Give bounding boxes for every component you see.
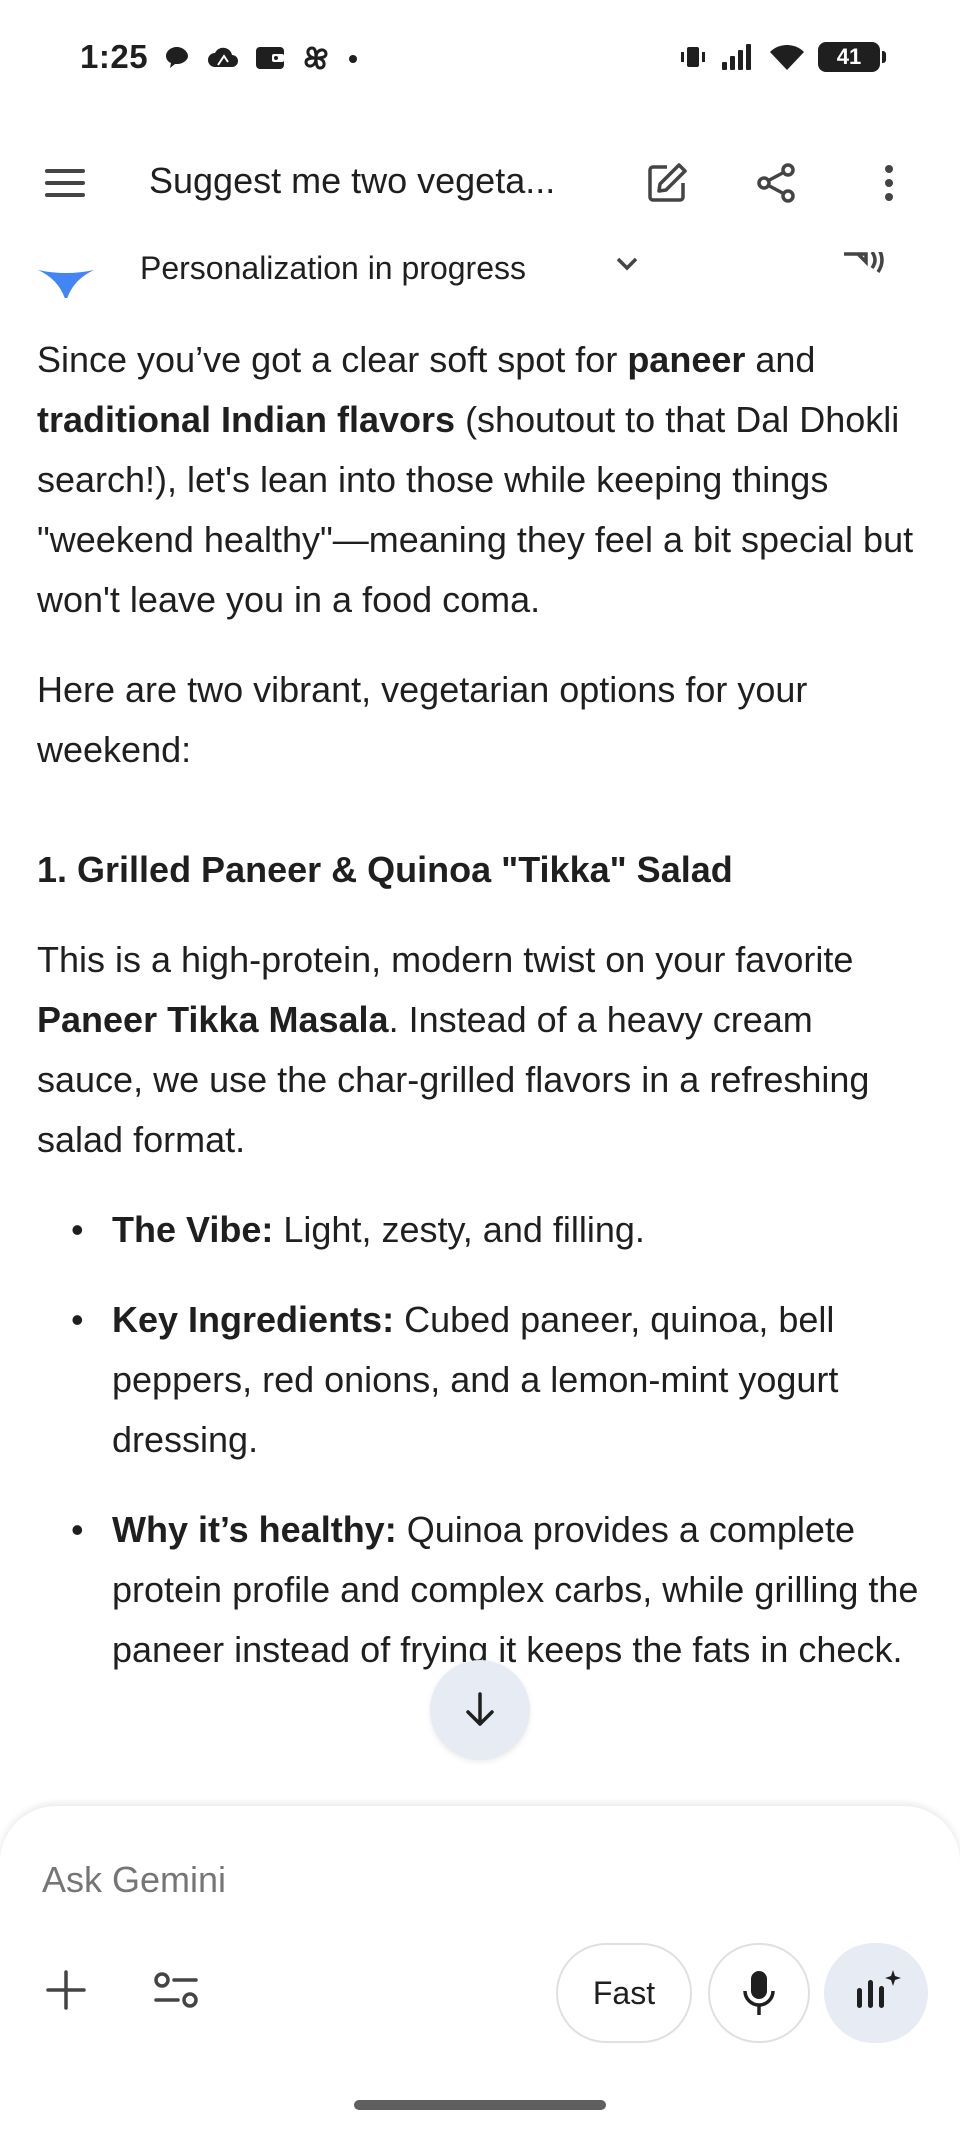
gemini-spark-icon — [38, 270, 94, 298]
chat-title[interactable]: Suggest me two vegeta... — [149, 160, 555, 202]
options-intro-paragraph: Here are two vibrant, vegetarian options… — [37, 669, 808, 770]
model-mode-label: Fast — [592, 1974, 656, 2011]
section-heading: 1. Grilled Paneer & Quinoa "Tikka" Salad — [37, 849, 733, 890]
text-run: and — [745, 339, 816, 380]
ask-gemini-input[interactable] — [42, 1850, 642, 1910]
bullet-text: Light, zesty, and filling. — [273, 1209, 645, 1250]
microphone-icon — [743, 1971, 775, 2015]
home-indicator[interactable] — [354, 2100, 606, 2110]
bullet-list: The Vibe: Light, zesty, and filling. Key… — [37, 1200, 927, 1680]
notification-icons — [162, 42, 360, 74]
chevron-down-icon[interactable] — [612, 254, 642, 274]
bold-text: traditional Indian flavors — [37, 399, 456, 440]
response-content: Since you’ve got a clear soft spot for p… — [37, 330, 927, 1710]
scroll-to-bottom-button[interactable] — [430, 1660, 530, 1760]
microphone-button[interactable] — [708, 1943, 810, 2043]
vibrate-icon — [681, 47, 705, 67]
gemini-live-button[interactable] — [824, 1943, 928, 2043]
battery-level: 41 — [836, 44, 862, 69]
list-item: The Vibe: Light, zesty, and filling. — [37, 1200, 927, 1260]
menu-button[interactable] — [34, 152, 96, 214]
tools-button[interactable] — [136, 1950, 216, 2030]
list-item: Why it’s healthy: Quinoa provides a comp… — [37, 1500, 927, 1680]
more-options-button[interactable] — [858, 152, 920, 214]
chat-bubble-icon — [166, 47, 188, 68]
arrow-down-icon — [466, 1692, 494, 1726]
personalization-label: Personalization in progress — [140, 250, 526, 286]
live-waveform-icon — [857, 1970, 901, 2008]
text-run: Since you’ve got a clear soft spot for — [37, 339, 628, 380]
more-vert-icon — [885, 165, 893, 201]
status-bar: 1:25 41 — [0, 0, 960, 120]
edit-icon — [648, 163, 687, 202]
status-time: 1:25 — [80, 38, 149, 75]
tune-icon — [154, 1972, 198, 2008]
cellular-signal-icon — [722, 44, 751, 70]
bullet-label: The Vibe: — [112, 1209, 274, 1250]
more-notifications-dot-icon — [349, 55, 357, 63]
share-icon — [757, 163, 795, 203]
menu-icon — [45, 169, 85, 197]
plus-icon — [46, 1970, 86, 2010]
add-attachment-button[interactable] — [26, 1950, 106, 2030]
bold-text: paneer — [627, 339, 746, 380]
read-aloud-icon[interactable] — [840, 252, 888, 288]
intro-paragraph: Since you’ve got a clear soft spot for p… — [37, 330, 927, 630]
list-item: Key Ingredients: Cubed paneer, quinoa, b… — [37, 1290, 927, 1470]
text-run: This is a high-protein, modern twist on … — [37, 939, 854, 980]
personalization-row[interactable]: Personalization in progress — [0, 246, 960, 298]
bullet-label: Key Ingredients: — [112, 1299, 395, 1340]
edit-button[interactable] — [636, 152, 698, 214]
pinwheel-icon — [304, 46, 328, 70]
cloud-icon — [208, 47, 238, 67]
bold-text: Paneer Tikka Masala — [37, 999, 389, 1040]
app-header: Suggest me two vegeta... — [0, 140, 960, 226]
bullet-label: Why it’s healthy: — [112, 1509, 397, 1550]
system-icons: 41 — [678, 42, 886, 72]
wallet-icon — [256, 47, 284, 69]
battery-icon: 41 — [818, 42, 886, 72]
share-button[interactable] — [745, 152, 807, 214]
wifi-icon — [770, 44, 804, 70]
model-mode-button[interactable]: Fast — [556, 1943, 692, 2043]
description-paragraph: This is a high-protein, modern twist on … — [37, 930, 927, 1170]
